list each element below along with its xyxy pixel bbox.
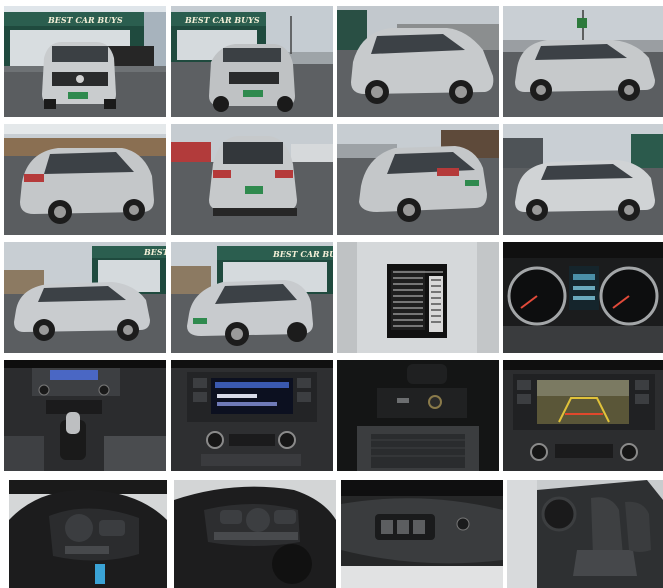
dealer-sign: BEST CAR BUYS — [47, 15, 123, 25]
right-profile-photo[interactable] — [503, 124, 663, 235]
steering-wheel-left-controls-photo[interactable] — [9, 480, 167, 588]
door-window-switches-photo[interactable] — [341, 480, 503, 588]
dealer-sign: BEST CAR BUYS — [184, 15, 260, 25]
photo-gallery: BEST CAR BUYS BEST CAR BUYS BES BEST CAR… — [0, 0, 663, 588]
door-jamb-label-photo[interactable] — [337, 242, 499, 353]
instrument-cluster-photo[interactable] — [503, 242, 663, 353]
center-console-photo[interactable] — [4, 360, 166, 471]
backup-camera-screen-photo[interactable] — [503, 360, 663, 471]
dealer-sign: BEST CAR BUYS — [272, 249, 333, 259]
front-view-photo[interactable]: BEST CAR BUYS — [4, 6, 166, 117]
radio-display-photo[interactable] — [171, 360, 333, 471]
steering-wheel-right-controls-photo[interactable] — [174, 480, 336, 588]
left-front-angle-photo[interactable]: BEST CAR BUYS — [171, 242, 333, 353]
front-angle-photo[interactable]: BEST CAR BUYS — [171, 6, 333, 117]
front-right-angle-photo[interactable] — [337, 6, 499, 117]
left-profile-photo[interactable]: BEST — [4, 242, 166, 353]
rear-right-angle-photo[interactable] — [337, 124, 499, 235]
usb-port-photo[interactable] — [337, 360, 499, 471]
right-side-photo[interactable] — [503, 6, 663, 117]
dealer-sign-partial: BEST — [143, 247, 166, 257]
rear-left-angle-photo[interactable] — [4, 124, 166, 235]
rear-view-photo[interactable] — [171, 124, 333, 235]
front-seats-photo[interactable] — [507, 480, 663, 588]
